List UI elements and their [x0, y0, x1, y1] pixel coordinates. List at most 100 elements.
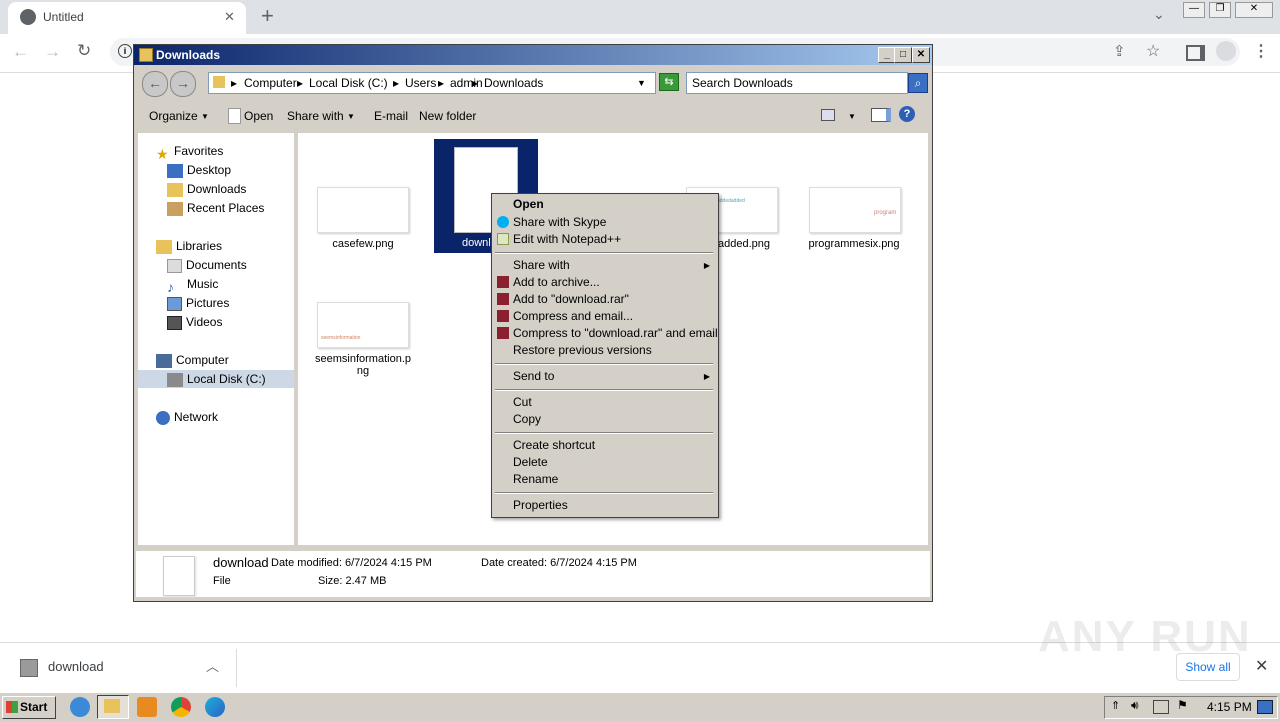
search-icon[interactable]: ⌕ [908, 73, 928, 93]
close-window-icon[interactable]: ✕ [1235, 2, 1273, 18]
back-button[interactable]: ← [142, 71, 168, 97]
chevron-up-icon[interactable]: ︿ [206, 656, 219, 675]
chevron-down-icon[interactable]: ▼ [848, 112, 856, 121]
profile-icon[interactable] [1216, 41, 1236, 61]
back-icon[interactable]: ← [12, 42, 29, 62]
share-icon[interactable]: ⇪ [1113, 42, 1126, 60]
thumbnail-seemsinformation[interactable]: seemsinformation [317, 302, 409, 348]
menu-cut[interactable]: Cut [513, 394, 532, 411]
maximize-button[interactable]: □ [894, 47, 912, 63]
breadcrumb-users[interactable]: Users [405, 76, 436, 90]
forward-icon[interactable]: → [44, 42, 61, 62]
email-button[interactable]: E-mail [374, 109, 408, 123]
menu-properties[interactable]: Properties [513, 497, 568, 514]
breadcrumb-downloads[interactable]: Downloads [484, 76, 543, 90]
nav-network[interactable]: Network [156, 408, 218, 426]
details-pane: download Date modified: 6/7/2024 4:15 PM… [136, 551, 930, 597]
dropdown-icon[interactable]: ▼ [637, 78, 646, 88]
nav-libraries[interactable]: Libraries [156, 237, 222, 255]
minimize-icon[interactable]: — [1183, 2, 1205, 18]
nav-computer[interactable]: Computer [156, 351, 229, 369]
restore-icon[interactable]: ❐ [1209, 2, 1231, 18]
downloads-folder-icon [167, 182, 183, 197]
search-input[interactable]: Search Downloads [686, 72, 908, 94]
menu-delete[interactable]: Delete [513, 454, 548, 471]
nav-desktop[interactable]: Desktop [167, 161, 231, 179]
download-item[interactable]: download [48, 659, 104, 674]
nav-pictures[interactable]: Pictures [167, 294, 229, 312]
ie-icon[interactable] [70, 697, 90, 717]
file-casefew[interactable]: casefew.png [308, 238, 418, 250]
menu-rename[interactable]: Rename [513, 471, 558, 488]
explorer-taskbar-button[interactable] [97, 695, 129, 719]
flag-icon[interactable]: ⚑ [1177, 698, 1188, 712]
new-tab-button[interactable]: + [261, 3, 274, 29]
title-bar[interactable]: Downloads _ □ ✕ [134, 45, 932, 65]
media-player-icon[interactable] [137, 697, 157, 717]
help-icon[interactable]: ? [899, 106, 915, 122]
menu-compress-rar-email[interactable]: Compress to "download.rar" and email [513, 325, 718, 342]
address-bar[interactable]: ▸ Computer ▸ Local Disk (C:) ▸ Users ▸ a… [208, 72, 656, 94]
info-icon[interactable]: i [118, 44, 132, 58]
close-button[interactable]: ✕ [912, 47, 930, 63]
command-bar: Organize ▼ Open Share with ▼ E-mail New … [136, 101, 930, 131]
nav-recent-places[interactable]: Recent Places [167, 199, 264, 217]
new-folder-button[interactable]: New folder [419, 109, 476, 123]
open-button[interactable]: Open [244, 109, 273, 123]
tab-untitled[interactable]: Untitled ✕ [8, 2, 246, 34]
menu-create-shortcut[interactable]: Create shortcut [513, 437, 595, 454]
menu-edit-notepad[interactable]: Edit with Notepad++ [513, 231, 621, 248]
reload-icon[interactable]: ↻ [77, 41, 91, 61]
navigation-pane: ★ Favorites Desktop Downloads Recent Plac… [138, 133, 294, 545]
nav-local-disk[interactable]: Local Disk (C:) [138, 370, 294, 388]
edge-icon[interactable] [205, 697, 225, 717]
organize-button[interactable]: Organize [149, 109, 198, 123]
network-tray-icon[interactable] [1153, 700, 1169, 714]
show-desktop-icon[interactable] [1257, 700, 1273, 714]
thumbnail-programmesix[interactable]: program [809, 187, 901, 233]
close-tab-icon[interactable]: ✕ [224, 9, 235, 25]
close-download-bar-icon[interactable]: ✕ [1255, 656, 1268, 676]
tray-expand-icon[interactable]: ⇑ [1111, 699, 1120, 712]
volume-icon[interactable]: 🔊︎ [1131, 698, 1139, 713]
menu-share-with[interactable]: Share with [513, 257, 570, 274]
menu-icon[interactable]: ⋮ [1253, 41, 1269, 61]
side-panel-icon[interactable] [1186, 45, 1205, 61]
chevron-down-icon: ▼ [201, 112, 209, 121]
windows-logo-icon [6, 701, 18, 713]
refresh-icon[interactable]: ⇆ [659, 73, 679, 91]
file-added[interactable]: added.png [718, 238, 770, 250]
nav-favorites[interactable]: ★ Favorites [156, 142, 223, 162]
pane-splitter[interactable] [294, 133, 297, 545]
star-icon[interactable]: ☆ [1146, 41, 1160, 61]
view-icon[interactable] [821, 109, 835, 121]
documents-icon [167, 258, 182, 273]
menu-copy[interactable]: Copy [513, 411, 541, 428]
nav-videos[interactable]: Videos [167, 313, 222, 331]
nav-music[interactable]: ♪ Music [167, 275, 218, 295]
menu-compress-email[interactable]: Compress and email... [513, 308, 633, 325]
clock[interactable]: 4:15 PM [1207, 700, 1252, 714]
start-button[interactable]: Start [2, 696, 56, 719]
menu-send-to[interactable]: Send to [513, 368, 554, 385]
menu-restore-versions[interactable]: Restore previous versions [513, 342, 652, 359]
breadcrumb-local-disk[interactable]: Local Disk (C:) [309, 76, 388, 90]
submenu-arrow-icon: ▶ [703, 261, 710, 270]
file-programmesix[interactable]: programmesix.png [799, 238, 909, 250]
nav-documents[interactable]: Documents [167, 256, 247, 274]
file-seemsinformation[interactable]: seemsinformation.p ng [308, 353, 418, 377]
breadcrumb-computer[interactable]: Computer [244, 76, 297, 90]
forward-button[interactable]: → [170, 71, 196, 97]
menu-open[interactable]: Open [513, 196, 544, 213]
thumbnail-casefew[interactable] [317, 187, 409, 233]
globe-icon [20, 9, 36, 25]
nav-downloads[interactable]: Downloads [167, 180, 246, 198]
menu-add-rar[interactable]: Add to "download.rar" [513, 291, 629, 308]
tab-search-icon[interactable]: ⌄ [1153, 6, 1165, 23]
preview-pane-icon[interactable] [871, 108, 891, 122]
menu-add-archive[interactable]: Add to archive... [513, 274, 600, 291]
menu-share-skype[interactable]: Share with Skype [513, 214, 606, 231]
chrome-icon[interactable] [171, 697, 191, 717]
watermark: ANY RUN [1038, 612, 1252, 661]
share-with-button[interactable]: Share with [287, 109, 344, 123]
